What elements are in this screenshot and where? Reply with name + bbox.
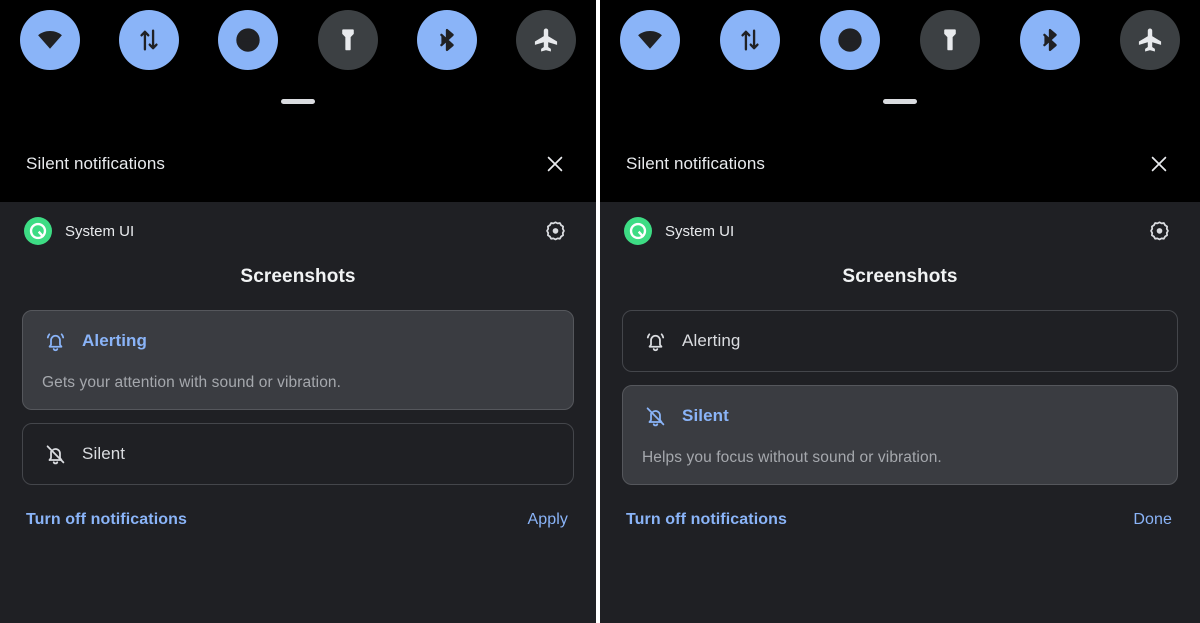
- app-row: System UI: [22, 202, 574, 256]
- option-silent[interactable]: Silent Helps you focus without sound or …: [22, 423, 574, 485]
- option-description: Gets your attention with sound or vibrat…: [42, 374, 342, 391]
- notification-shade: Silent notifications System UI Screensho…: [600, 126, 1200, 623]
- shade-header-title: Silent notifications: [626, 154, 766, 173]
- option-label: Silent: [82, 444, 126, 463]
- bluetooth-icon: [433, 26, 461, 54]
- turn-off-notifications-button[interactable]: Turn off notifications: [26, 511, 187, 529]
- do-not-disturb-icon: [233, 25, 263, 55]
- flashlight-icon: [335, 27, 361, 53]
- drag-handle[interactable]: [281, 99, 315, 104]
- airplane-mode-tile[interactable]: [1120, 10, 1180, 70]
- close-icon[interactable]: [540, 149, 570, 179]
- notification-shade: Silent notifications System UI Screensho…: [0, 126, 596, 623]
- quick-settings-tiles: [14, 10, 582, 70]
- app-name: System UI: [665, 222, 735, 240]
- do-not-disturb-icon: [835, 25, 865, 55]
- app-identity: System UI: [24, 217, 134, 245]
- screenshot-comparison: Silent notifications System UI Screensho…: [0, 0, 1200, 623]
- drag-handle[interactable]: [883, 99, 917, 104]
- settings-footer: Turn off notifications Done: [622, 485, 1178, 549]
- app-name: System UI: [65, 222, 135, 240]
- option-alerting[interactable]: Alerting Gets your attention with sound …: [22, 310, 574, 410]
- android-logo-icon: [24, 217, 52, 245]
- airplane-icon: [532, 26, 560, 54]
- quick-settings-panel: [600, 0, 1200, 126]
- option-description: Helps you focus without sound or vibrati…: [642, 449, 942, 466]
- mobile-data-icon: [135, 26, 163, 54]
- wifi-tile[interactable]: [620, 10, 680, 70]
- mobile-data-icon: [736, 26, 764, 54]
- wifi-icon: [635, 25, 665, 55]
- app-row: System UI: [622, 202, 1178, 256]
- bluetooth-tile[interactable]: [1020, 10, 1080, 70]
- notification-settings-card: System UI Screenshots: [0, 202, 596, 623]
- option-header: Alerting: [42, 328, 554, 354]
- wifi-icon: [35, 25, 65, 55]
- left-panel: Silent notifications System UI Screensho…: [0, 0, 596, 623]
- close-icon[interactable]: [1144, 149, 1174, 179]
- silent-notifications-header: Silent notifications: [600, 126, 1200, 202]
- option-header: Alerting: [642, 328, 1158, 354]
- option-label: Alerting: [682, 331, 741, 350]
- confirm-button[interactable]: Apply: [527, 511, 568, 529]
- flashlight-tile[interactable]: [317, 10, 378, 70]
- right-panel: Silent notifications System UI Screensho…: [600, 0, 1200, 623]
- gear-icon[interactable]: [540, 216, 570, 246]
- airplane-mode-tile[interactable]: [515, 10, 576, 70]
- do-not-disturb-tile[interactable]: [218, 10, 279, 70]
- confirm-button[interactable]: Done: [1133, 511, 1172, 529]
- android-logo-icon: [624, 217, 652, 245]
- option-header: Silent: [642, 403, 1158, 429]
- flashlight-icon: [937, 27, 963, 53]
- channel-title: Screenshots: [842, 266, 958, 287]
- option-label: Alerting: [82, 331, 148, 350]
- gear-icon[interactable]: [1144, 216, 1174, 246]
- mobile-data-tile[interactable]: [720, 10, 780, 70]
- bell-ringing-icon: [42, 328, 68, 354]
- quick-settings-tiles: [614, 10, 1186, 70]
- settings-footer: Turn off notifications Apply: [22, 485, 574, 549]
- bell-ringing-icon: [642, 328, 668, 354]
- bell-slash-icon: [42, 441, 68, 467]
- channel-title: Screenshots: [240, 266, 356, 287]
- wifi-tile[interactable]: [20, 10, 80, 70]
- shade-header-title: Silent notifications: [26, 154, 166, 173]
- bell-slash-icon: [642, 403, 668, 429]
- option-alerting[interactable]: Alerting Gets your attention with sound …: [622, 310, 1178, 372]
- turn-off-notifications-button[interactable]: Turn off notifications: [626, 511, 787, 529]
- airplane-icon: [1136, 26, 1164, 54]
- app-identity: System UI: [624, 217, 734, 245]
- importance-options: Alerting Gets your attention with sound …: [622, 310, 1178, 485]
- option-header: Silent: [42, 441, 554, 467]
- quick-settings-panel: [0, 0, 596, 126]
- option-label: Silent: [682, 406, 729, 425]
- flashlight-tile[interactable]: [920, 10, 980, 70]
- importance-options: Alerting Gets your attention with sound …: [22, 310, 574, 485]
- mobile-data-tile[interactable]: [119, 10, 180, 70]
- bluetooth-tile[interactable]: [416, 10, 477, 70]
- bluetooth-icon: [1036, 26, 1064, 54]
- option-silent[interactable]: Silent Helps you focus without sound or …: [622, 385, 1178, 485]
- notification-settings-card: System UI Screenshots: [600, 202, 1200, 623]
- do-not-disturb-tile[interactable]: [820, 10, 880, 70]
- silent-notifications-header: Silent notifications: [0, 126, 596, 202]
